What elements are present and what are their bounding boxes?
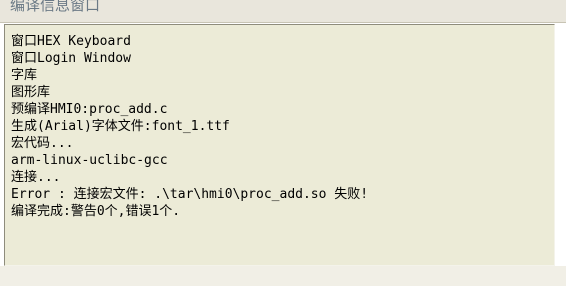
log-line: 生成(Arial)字体文件:font_1.ttf <box>11 119 230 134</box>
window-title: 编译信息窗口 <box>10 0 101 14</box>
compile-log-list: 窗口HEX Keyboard 窗口Login Window 字库 图形库 预编译… <box>11 33 368 220</box>
window-bottom-bar <box>0 266 566 286</box>
log-line: 预编译HMI0:proc_add.c <box>11 102 168 117</box>
log-line: arm-linux-uclibc-gcc <box>11 153 168 168</box>
log-line: 连接... <box>11 170 61 185</box>
log-line: 窗口Login Window <box>11 51 131 66</box>
log-line-error: Error : 连接宏文件: .\tar\hmi0\proc_add.so 失败… <box>11 187 369 202</box>
log-line-summary: 编译完成:警告0个,错误1个. <box>11 204 181 219</box>
log-line: 图形库 <box>11 85 51 100</box>
compile-info-window: 编译信息窗口 窗口HEX Keyboard 窗口Login Window 字库 … <box>0 0 566 286</box>
window-title-bar[interactable]: 编译信息窗口 <box>0 0 566 23</box>
compile-log-pane[interactable]: 窗口HEX Keyboard 窗口Login Window 字库 图形库 预编译… <box>4 24 555 266</box>
log-line: 宏代码... <box>11 136 74 151</box>
log-line: 窗口HEX Keyboard <box>11 34 131 49</box>
log-line: 字库 <box>11 68 38 83</box>
